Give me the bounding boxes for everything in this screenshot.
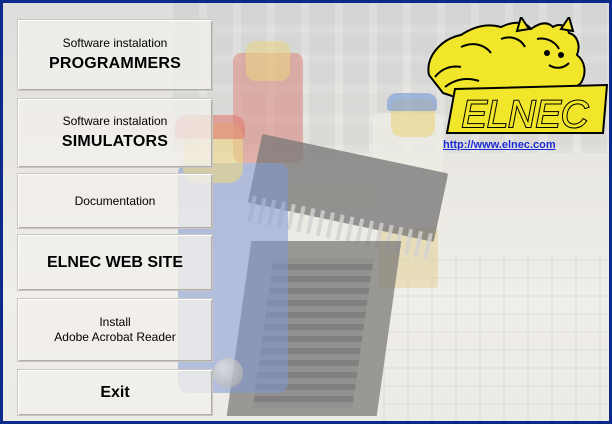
- documentation-label: Documentation: [74, 193, 156, 208]
- install-acrobat-line2: Adobe Acrobat Reader: [54, 330, 176, 344]
- elnec-website-button[interactable]: ELNEC WEB SITE: [17, 234, 213, 291]
- install-programmers-line2: PROGRAMMERS: [49, 55, 181, 72]
- install-programmers-line1: Software instalation: [62, 36, 168, 50]
- elnec-url-link[interactable]: http://www.elnec.com: [443, 139, 556, 151]
- launcher-window: Software instalation PROGRAMMERS Softwar…: [0, 0, 612, 424]
- install-programmers-button[interactable]: Software instalation PROGRAMMERS: [17, 19, 213, 91]
- elnec-website-label: ELNEC WEB SITE: [46, 253, 183, 271]
- install-acrobat-line1: Install: [99, 315, 131, 329]
- brand-box: ELNEC: [445, 83, 609, 135]
- install-simulators-line2: SIMULATORS: [61, 133, 169, 150]
- exit-button[interactable]: Exit: [17, 369, 213, 416]
- elnec-logo: ELNEC: [427, 17, 609, 135]
- install-acrobat-button[interactable]: Install Adobe Acrobat Reader: [17, 298, 213, 362]
- brand-text: ELNEC: [462, 94, 589, 135]
- install-simulators-button[interactable]: Software instalation SIMULATORS: [17, 98, 213, 168]
- install-simulators-line1: Software instalation: [62, 114, 168, 128]
- exit-label: Exit: [100, 383, 130, 401]
- documentation-button[interactable]: Documentation: [17, 173, 213, 229]
